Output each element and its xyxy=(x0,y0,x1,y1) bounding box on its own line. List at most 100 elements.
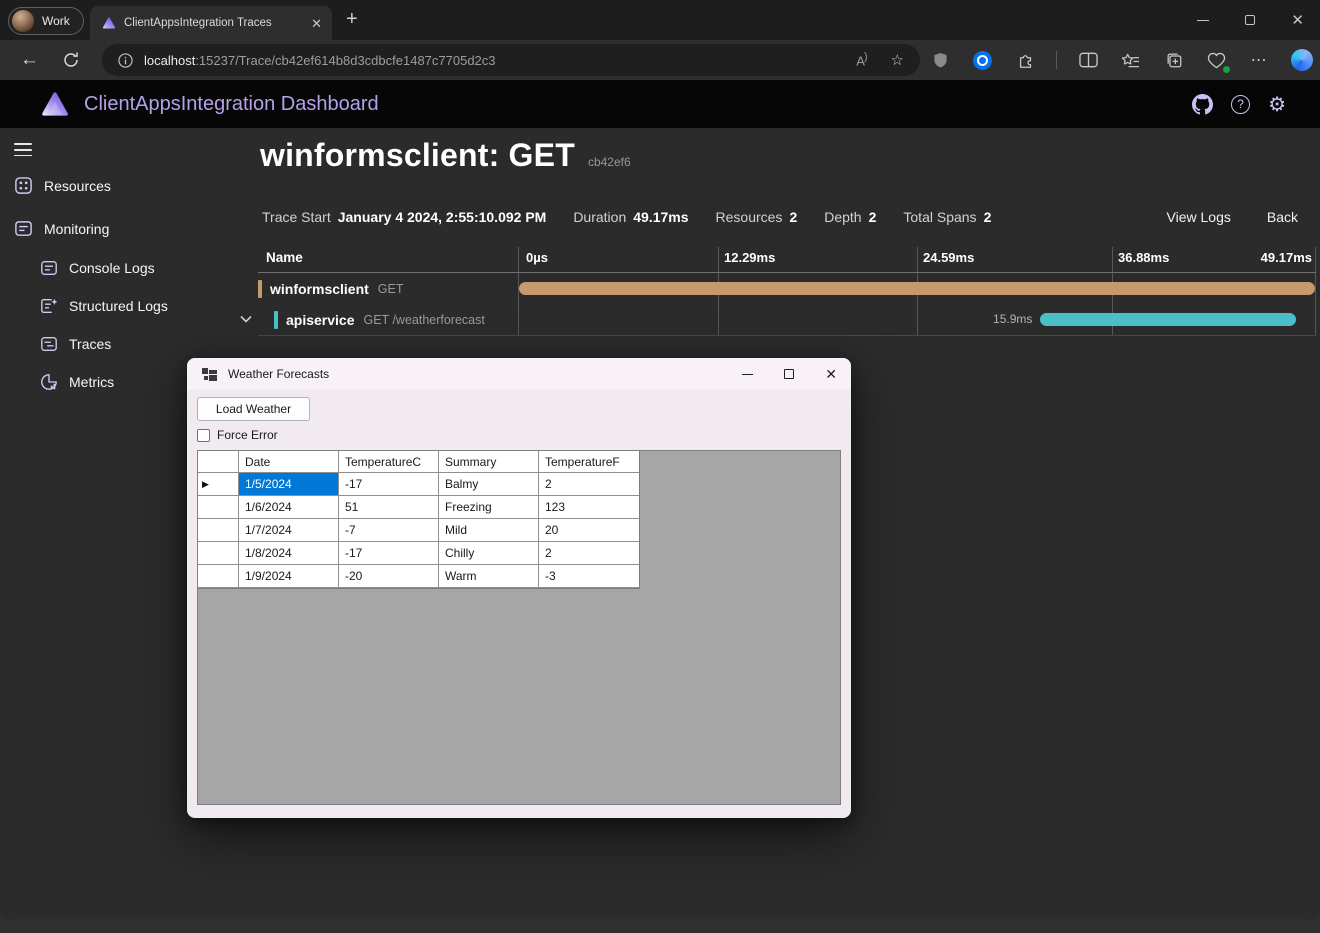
chevron-down-icon xyxy=(240,315,252,323)
adblock-shield-icon[interactable] xyxy=(928,48,952,72)
back-icon[interactable]: ← xyxy=(20,49,39,71)
grid-row-header[interactable] xyxy=(198,519,239,542)
force-error-checkbox[interactable] xyxy=(197,429,210,442)
force-error-checkbox-row[interactable]: Force Error xyxy=(197,428,278,442)
grid-row-header[interactable] xyxy=(198,496,239,519)
grid-row[interactable]: 1/8/2024 -17 Chilly 2 xyxy=(198,542,639,565)
split-screen-icon[interactable] xyxy=(1076,48,1100,72)
sidebar-item-label: Monitoring xyxy=(44,221,109,237)
trace-id-badge: cb42ef6 xyxy=(588,155,631,169)
password-manager-icon[interactable] xyxy=(971,48,995,72)
tab-close-icon[interactable]: ✕ xyxy=(311,17,322,30)
minimize-icon[interactable] xyxy=(1197,20,1209,21)
read-aloud-icon[interactable]: A) xyxy=(856,51,866,68)
collections-icon[interactable] xyxy=(1162,48,1186,72)
refresh-icon[interactable] xyxy=(62,51,80,69)
sidebar-item-resources[interactable]: Resources xyxy=(14,176,111,195)
grid-cell[interactable]: -3 xyxy=(539,565,639,588)
grid-cell[interactable]: -17 xyxy=(339,542,439,565)
grid-column-header[interactable]: Summary xyxy=(439,451,539,473)
maximize-icon[interactable] xyxy=(1245,15,1255,25)
span-operation: GET xyxy=(378,282,404,296)
sidebar-item-structured-logs[interactable]: Structured Logs xyxy=(40,297,168,315)
winforms-window[interactable]: Weather Forecasts ✕ Load Weather Force E… xyxy=(187,358,851,818)
winforms-maximize-icon[interactable] xyxy=(784,369,794,379)
new-tab-button[interactable]: + xyxy=(346,8,358,31)
close-icon[interactable]: ✕ xyxy=(1291,13,1304,28)
grid-column-header[interactable]: Date xyxy=(239,451,339,473)
grid-row[interactable]: ▶ 1/5/2024 -17 Balmy 2 xyxy=(198,473,639,496)
settings-gear-icon[interactable]: ⚙ xyxy=(1268,92,1286,117)
browser-tab[interactable]: ClientAppsIntegration Traces ✕ xyxy=(90,6,332,40)
winforms-minimize-icon[interactable] xyxy=(742,374,753,375)
span-duration-bar[interactable] xyxy=(519,282,1315,295)
grid-cell[interactable]: Mild xyxy=(439,519,539,542)
grid-column-header[interactable]: TemperatureF xyxy=(539,451,639,473)
span-duration-bar[interactable] xyxy=(1040,313,1296,326)
browser-essentials-icon[interactable] xyxy=(1204,48,1228,72)
sidebar-item-metrics[interactable]: Metrics xyxy=(40,373,114,391)
weather-data-grid[interactable]: Date TemperatureC Summary TemperatureF ▶… xyxy=(197,450,841,805)
screen: Work ClientAppsIntegration Traces ✕ + ✕ … xyxy=(0,0,1320,933)
toolbar-divider xyxy=(1056,51,1057,69)
grid-row[interactable]: 1/6/2024 51 Freezing 123 xyxy=(198,496,639,519)
grid-row[interactable]: 1/9/2024 -20 Warm -3 xyxy=(198,565,639,588)
copilot-icon[interactable] xyxy=(1290,48,1314,72)
traces-icon xyxy=(40,335,58,353)
load-weather-button[interactable]: Load Weather xyxy=(197,397,310,421)
span-row-apiservice[interactable]: apiservice GET /weatherforecast 15.9ms xyxy=(258,304,1316,335)
grid-row[interactable]: 1/7/2024 -7 Mild 20 xyxy=(198,519,639,542)
grid-cell[interactable]: 2 xyxy=(539,542,639,565)
grid-cell[interactable]: 1/7/2024 xyxy=(239,519,339,542)
grid-cell[interactable]: 1/8/2024 xyxy=(239,542,339,565)
grid-cell[interactable]: 20 xyxy=(539,519,639,542)
address-bar[interactable]: localhost:15237/Trace/cb42ef614b8d3cdbcf… xyxy=(102,44,920,76)
grid-row-header[interactable] xyxy=(198,565,239,588)
favorites-list-icon[interactable] xyxy=(1119,48,1143,72)
sidebar-item-monitoring[interactable]: Monitoring xyxy=(14,219,109,238)
monitoring-icon xyxy=(14,219,33,238)
winforms-close-icon[interactable]: ✕ xyxy=(825,366,837,383)
settings-more-icon[interactable]: ⋯ xyxy=(1247,48,1271,72)
extensions-puzzle-icon[interactable] xyxy=(1014,48,1038,72)
grid-header-row: Date TemperatureC Summary TemperatureF xyxy=(198,451,639,473)
essentials-status-dot xyxy=(1223,66,1230,73)
span-resource-name: apiservice xyxy=(286,312,355,328)
grid-cell[interactable]: -7 xyxy=(339,519,439,542)
help-icon[interactable]: ? xyxy=(1231,95,1250,114)
grid-column-header[interactable]: TemperatureC xyxy=(339,451,439,473)
grid-cell[interactable]: -17 xyxy=(339,473,439,496)
back-button[interactable]: Back xyxy=(1267,209,1298,225)
sidebar-toggle-icon[interactable] xyxy=(14,143,32,156)
url-text[interactable]: localhost:15237/Trace/cb42ef614b8d3cdbcf… xyxy=(144,53,496,68)
grid-cell[interactable]: Warm xyxy=(439,565,539,588)
grid-cell[interactable]: 2 xyxy=(539,473,639,496)
browser-window-controls: ✕ xyxy=(1197,0,1304,40)
grid-cell[interactable]: Chilly xyxy=(439,542,539,565)
winforms-window-controls: ✕ xyxy=(742,366,837,383)
view-logs-button[interactable]: View Logs xyxy=(1167,209,1231,225)
grid-cell[interactable]: 1/9/2024 xyxy=(239,565,339,588)
grid-cell[interactable]: -20 xyxy=(339,565,439,588)
grid-row-header[interactable]: ▶ xyxy=(198,473,239,496)
profile-avatar xyxy=(12,10,34,32)
sidebar-item-console-logs[interactable]: Console Logs xyxy=(40,259,155,277)
favorite-star-icon[interactable]: ☆ xyxy=(891,51,904,69)
grid-cell[interactable]: Freezing xyxy=(439,496,539,519)
aspire-favicon xyxy=(102,16,116,30)
span-row-winformsclient[interactable]: winformsclient GET xyxy=(258,273,1316,304)
grid-cell[interactable]: 51 xyxy=(339,496,439,519)
winforms-titlebar[interactable]: Weather Forecasts ✕ xyxy=(187,358,851,390)
site-info-icon[interactable] xyxy=(118,53,133,68)
sidebar-item-label: Resources xyxy=(44,178,111,194)
sidebar-item-traces[interactable]: Traces xyxy=(40,335,111,353)
grid-corner-cell[interactable] xyxy=(198,451,239,473)
grid-cell[interactable]: Balmy xyxy=(439,473,539,496)
github-icon[interactable] xyxy=(1192,94,1213,115)
grid-cell[interactable]: 1/6/2024 xyxy=(239,496,339,519)
grid-selected-cell[interactable]: 1/5/2024 xyxy=(239,473,339,496)
trace-total-spans: Total Spans 2 xyxy=(903,209,991,225)
grid-cell[interactable]: 123 xyxy=(539,496,639,519)
grid-row-header[interactable] xyxy=(198,542,239,565)
browser-profile-button[interactable]: Work xyxy=(8,7,84,35)
